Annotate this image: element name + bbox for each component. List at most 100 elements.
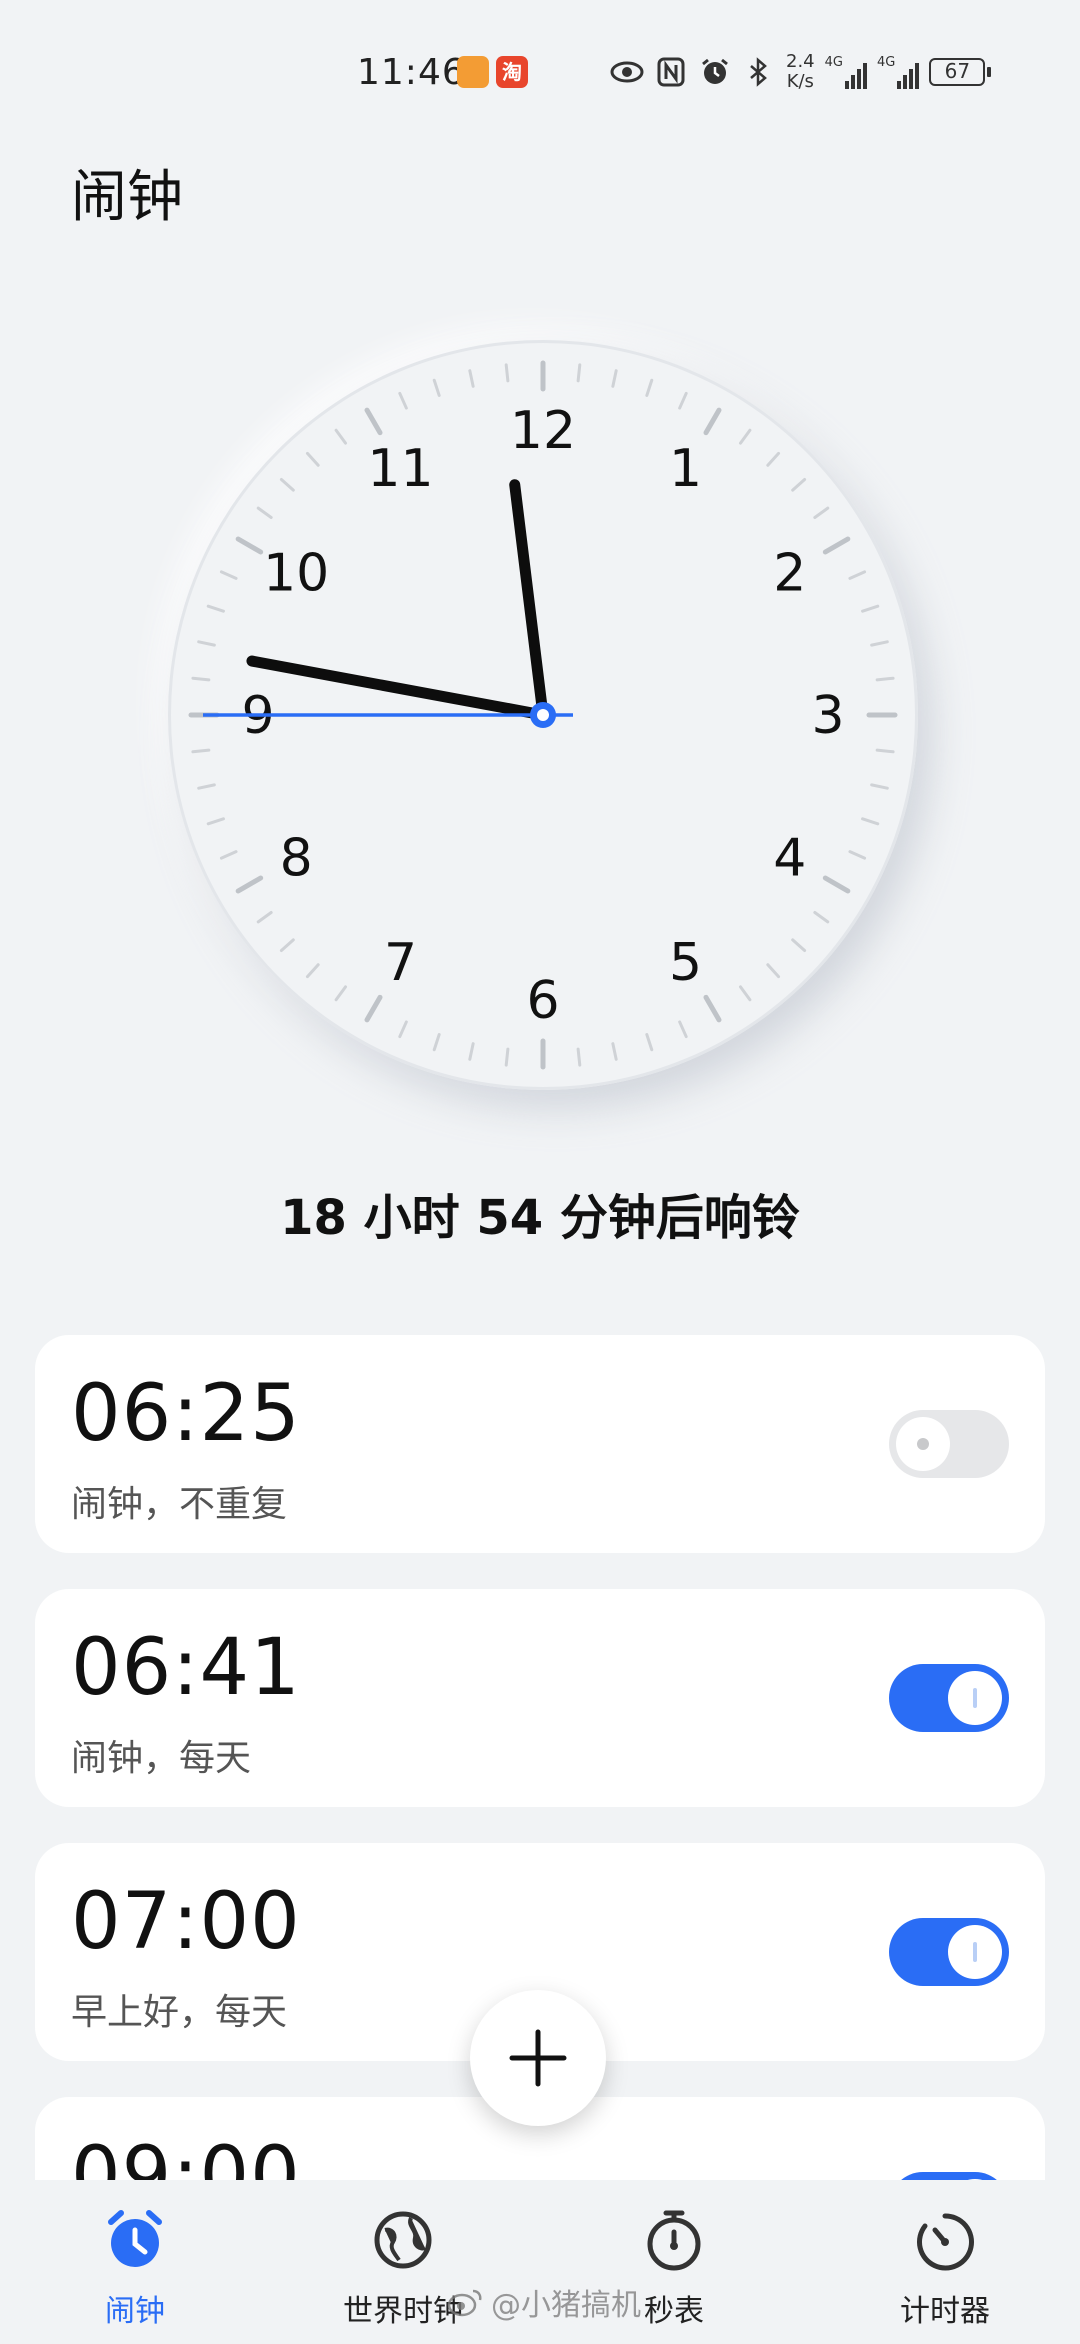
alarm-item[interactable]: 06:25 闹钟，不重复	[35, 1335, 1045, 1553]
clock-minute-tick	[432, 1033, 441, 1052]
clock-hour-tick	[235, 875, 264, 894]
clock-minute-tick	[611, 369, 618, 388]
clock-minute-tick	[861, 604, 880, 613]
clock-minute-tick	[256, 910, 273, 924]
clock-hour-hand	[509, 479, 549, 721]
clock-minute-tick	[191, 676, 211, 682]
clock-hour-tick	[235, 536, 264, 555]
alarm-toggle[interactable]	[889, 1410, 1009, 1478]
alarm-time: 06:41	[71, 1623, 301, 1713]
clock-hour-tick	[822, 875, 851, 894]
weibo-logo-icon	[447, 2289, 482, 2317]
watermark: @小猪搞机	[447, 2280, 641, 2324]
clock-minute-tick	[398, 391, 408, 410]
clock-center-dot	[537, 709, 549, 721]
clock-number: 7	[384, 933, 417, 993]
clock-minute-tick	[206, 817, 225, 826]
clock-minute-tick	[305, 963, 320, 979]
clock-minute-tick	[432, 378, 441, 397]
clock-minute-tick	[197, 783, 216, 790]
clock-hour-tick	[822, 536, 851, 555]
alarm-label: 闹钟，不重复	[71, 1484, 288, 1525]
clock-hour-tick	[703, 407, 722, 436]
clock-minute-tick	[766, 963, 781, 979]
clock-minute-tick	[678, 391, 688, 410]
alarm-toggle[interactable]	[889, 1664, 1009, 1732]
clock-minute-hand	[246, 655, 549, 721]
alarm-item[interactable]: 06:41 闹钟，每天	[35, 1589, 1045, 1807]
bluetooth-icon	[742, 55, 776, 89]
clock-minute-tick	[334, 985, 348, 1002]
clock-minute-tick	[219, 570, 238, 580]
clock-minute-tick	[678, 1020, 688, 1039]
clock-minute-tick	[848, 570, 867, 580]
clock-minute-tick	[645, 378, 654, 397]
battery-icon: 67	[929, 58, 992, 86]
clock-minute-tick	[870, 783, 889, 790]
nfc-icon	[654, 55, 688, 89]
clock-minute-tick	[468, 1042, 475, 1061]
alarm-label: 早上好，每天	[71, 1992, 288, 2033]
clock-minute-tick	[279, 938, 295, 953]
next-ring-countdown: 18 小时 54 分钟后响铃	[280, 1190, 800, 1246]
clock-minute-tick	[738, 428, 752, 445]
clock-minute-tick	[334, 428, 348, 445]
clock-minute-tick	[645, 1033, 654, 1052]
clock-minute-tick	[468, 369, 475, 388]
clock-number: 11	[367, 439, 433, 499]
nav-tab-timer[interactable]: 计时器	[845, 2208, 1045, 2330]
signal-sim1-icon: 4G	[825, 55, 867, 89]
clock-number: 12	[510, 401, 576, 461]
network-speed: 2.4 K/s	[786, 51, 815, 92]
clock-minute-tick	[738, 985, 752, 1002]
clock-minute-tick	[875, 676, 895, 682]
alarm-time: 07:00	[71, 1877, 301, 1967]
clock-minute-tick	[219, 850, 238, 860]
clock-minute-tick	[576, 363, 582, 383]
signal-sim2-icon: 4G	[877, 55, 920, 89]
notification-app-icon	[457, 56, 489, 88]
clock-minute-tick	[861, 817, 880, 826]
clock-minute-tick	[504, 363, 510, 383]
clock-minute-tick	[197, 640, 216, 647]
alarm-time: 06:25	[71, 1369, 301, 1459]
clock-minute-tick	[398, 1020, 408, 1039]
nav-tab-label: 闹钟	[105, 2294, 165, 2329]
alarm-clock-icon	[108, 2210, 162, 2267]
nav-tab-label: 计时器	[900, 2294, 990, 2329]
globe-icon	[374, 2211, 432, 2269]
clock-minute-tick	[870, 640, 889, 647]
clock-minute-tick	[813, 506, 830, 520]
clock-number: 3	[811, 686, 844, 746]
clock-minute-tick	[576, 1047, 582, 1067]
clock-minute-tick	[791, 938, 807, 953]
alarm-toggle[interactable]	[889, 1918, 1009, 1986]
clock-minute-tick	[813, 910, 830, 924]
clock-hour-tick	[703, 994, 722, 1023]
clock-number: 10	[263, 544, 329, 604]
eye-icon	[610, 55, 644, 89]
page-title: 闹钟	[71, 165, 183, 230]
clock-number: 4	[773, 829, 806, 889]
clock-hour-tick	[364, 407, 383, 436]
clock-minute-tick	[766, 451, 781, 467]
clock-number: 5	[669, 933, 702, 993]
stopwatch-icon	[647, 2210, 701, 2271]
status-time: 11:46	[357, 52, 466, 93]
clock-minute-tick	[791, 477, 807, 492]
clock-minute-tick	[848, 850, 867, 860]
clock-minute-tick	[875, 748, 895, 754]
alarm-label: 闹钟，每天	[71, 1738, 252, 1779]
taobao-notification-icon: 淘	[496, 56, 528, 88]
clock-number: 2	[773, 544, 806, 604]
clock-minute-tick	[256, 506, 273, 520]
alarm-status-icon	[698, 55, 732, 89]
clock-number: 6	[526, 971, 559, 1031]
clock-hour-tick	[364, 994, 383, 1023]
status-bar: 11:46 淘 2.4 K/s 4G 4G 67	[0, 0, 1080, 130]
clock-minute-tick	[206, 604, 225, 613]
nav-tab-alarm[interactable]: 闹钟	[35, 2208, 235, 2330]
analog-clock: 12 1 2 3 4 5 6 7 8 9 10 11	[168, 340, 918, 1090]
clock-minute-tick	[191, 748, 211, 754]
add-alarm-button[interactable]	[470, 1990, 606, 2126]
